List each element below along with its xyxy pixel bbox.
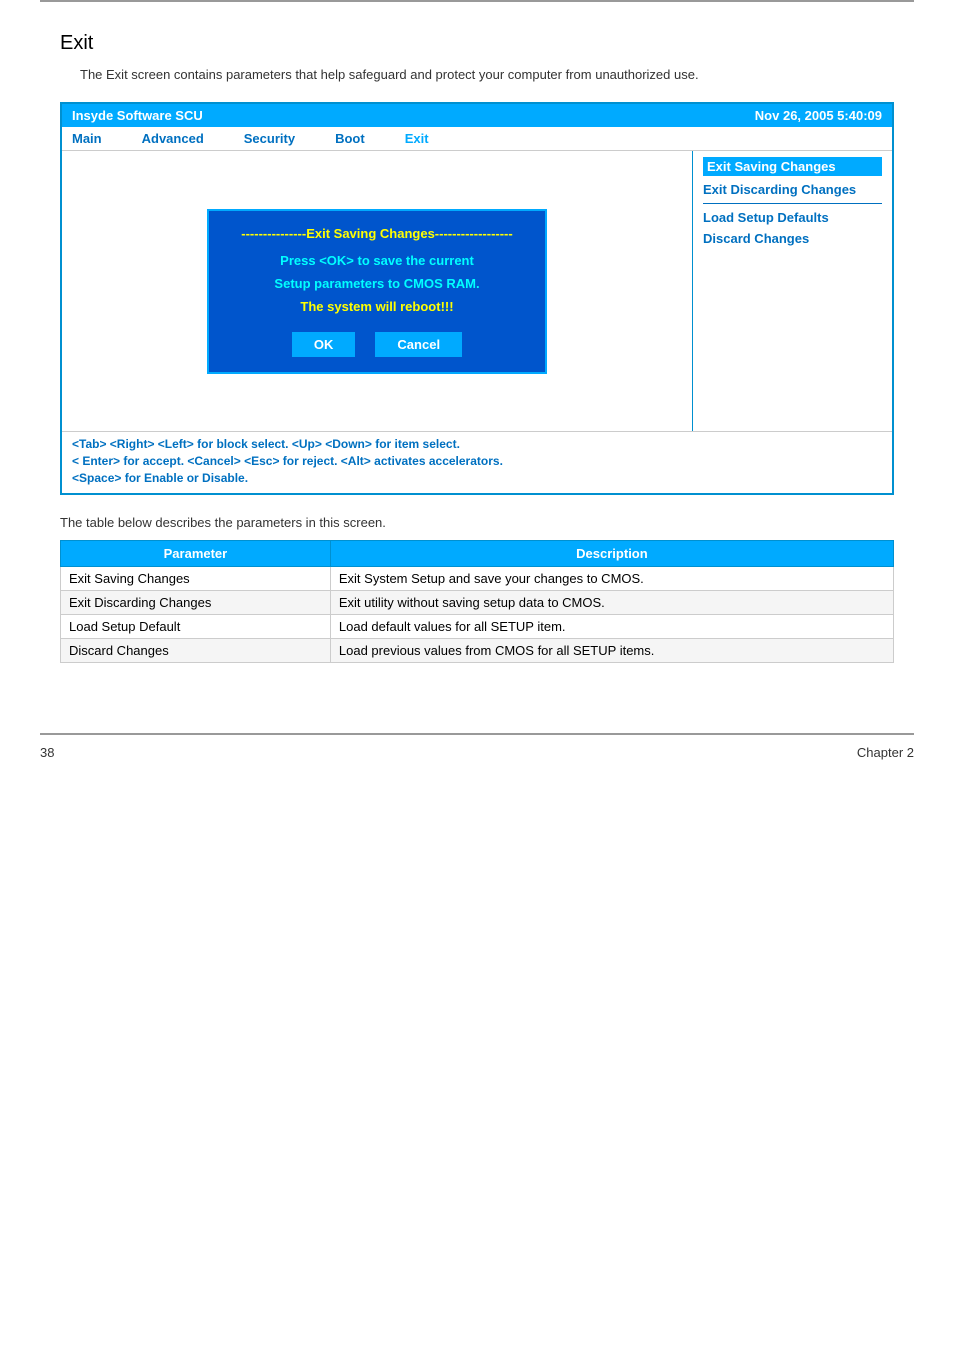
nav-boot[interactable]: Boot: [335, 131, 365, 146]
intro-text: The Exit screen contains parameters that…: [80, 67, 894, 82]
param-cell: Load Setup Default: [61, 615, 331, 639]
col-param: Parameter: [61, 541, 331, 567]
footer-line1: <Tab> <Right> <Left> for block select. <…: [72, 437, 882, 451]
bios-nav: Main Advanced Security Boot Exit: [62, 127, 892, 151]
desc-cell: Exit System Setup and save your changes …: [330, 567, 893, 591]
nav-security[interactable]: Security: [244, 131, 295, 146]
table-row: Exit Saving Changes Exit System Setup an…: [61, 567, 894, 591]
bios-right-panel: Exit Saving Changes Exit Discarding Chan…: [692, 151, 892, 431]
dialog-title: ---------------Exit Saving Changes------…: [229, 226, 525, 241]
bios-footer: <Tab> <Right> <Left> for block select. <…: [62, 431, 892, 493]
right-divider: [703, 203, 882, 204]
params-table: Parameter Description Exit Saving Change…: [60, 540, 894, 663]
nav-advanced[interactable]: Advanced: [142, 131, 204, 146]
right-load-defaults[interactable]: Load Setup Defaults: [703, 210, 882, 225]
desc-cell: Load previous values from CMOS for all S…: [330, 639, 893, 663]
table-row: Load Setup Default Load default values f…: [61, 615, 894, 639]
desc-cell: Exit utility without saving setup data t…: [330, 591, 893, 615]
bios-header: Insyde Software SCU Nov 26, 2005 5:40:09: [62, 104, 892, 127]
table-row: Discard Changes Load previous values fro…: [61, 639, 894, 663]
bios-panel: Insyde Software SCU Nov 26, 2005 5:40:09…: [60, 102, 894, 495]
bios-title: Insyde Software SCU: [72, 108, 203, 123]
table-row: Exit Discarding Changes Exit utility wit…: [61, 591, 894, 615]
nav-exit[interactable]: Exit: [405, 131, 429, 146]
param-cell: Exit Saving Changes: [61, 567, 331, 591]
footer-line3: <Space> for Enable or Disable.: [72, 471, 882, 485]
exit-saving-dialog: ---------------Exit Saving Changes------…: [207, 209, 547, 374]
param-cell: Discard Changes: [61, 639, 331, 663]
table-intro: The table below describes the parameters…: [60, 515, 894, 530]
bios-body: ---------------Exit Saving Changes------…: [62, 151, 892, 431]
page-title: Exit: [60, 32, 894, 55]
dialog-line3: The system will reboot!!!: [229, 299, 525, 314]
col-desc: Description: [330, 541, 893, 567]
chapter-label: Chapter 2: [857, 745, 914, 760]
right-exit-saving[interactable]: Exit Saving Changes: [703, 157, 882, 176]
dialog-line1: Press <OK> to save the current: [229, 253, 525, 268]
page-footer: 38 Chapter 2: [40, 733, 914, 770]
bios-main-area: ---------------Exit Saving Changes------…: [62, 151, 692, 431]
right-discard-changes[interactable]: Discard Changes: [703, 231, 882, 246]
footer-line2: < Enter> for accept. <Cancel> <Esc> for …: [72, 454, 882, 468]
cancel-button[interactable]: Cancel: [375, 332, 462, 357]
ok-button[interactable]: OK: [292, 332, 356, 357]
nav-main[interactable]: Main: [72, 131, 102, 146]
page-number: 38: [40, 745, 54, 760]
desc-cell: Load default values for all SETUP item.: [330, 615, 893, 639]
bios-datetime: Nov 26, 2005 5:40:09: [755, 108, 882, 123]
dialog-line2: Setup parameters to CMOS RAM.: [229, 276, 525, 291]
dialog-buttons: OK Cancel: [229, 332, 525, 357]
param-cell: Exit Discarding Changes: [61, 591, 331, 615]
right-exit-discarding[interactable]: Exit Discarding Changes: [703, 182, 882, 197]
